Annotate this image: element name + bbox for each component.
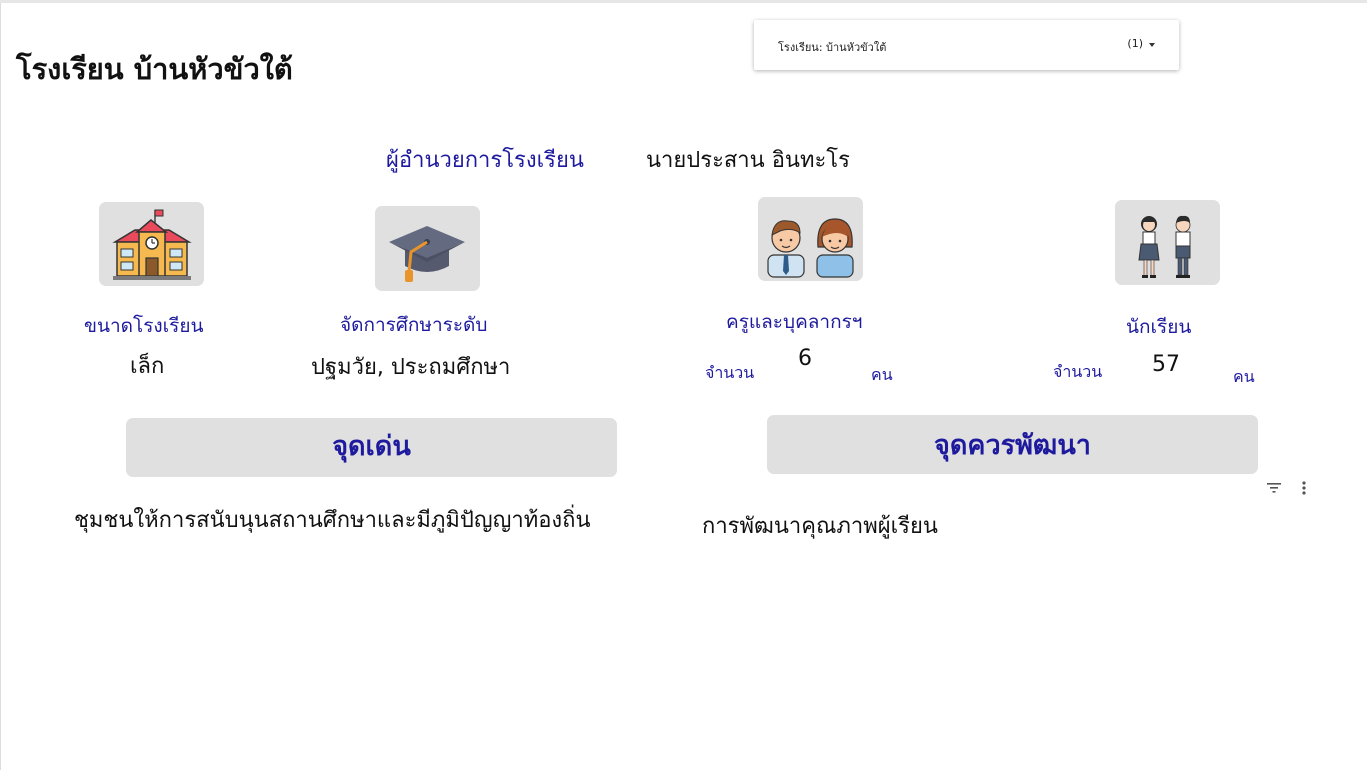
school-filter-control[interactable]: โรงเรียน: บ้านหัวขัวใต้ (1) [754, 20, 1179, 70]
school-size-value: เล็ก [130, 354, 165, 379]
teachers-unit: คน [871, 365, 893, 384]
teachers-count: 6 [798, 346, 812, 371]
left-border [0, 3, 1, 770]
dropdown-caret-icon[interactable] [1149, 43, 1155, 47]
strengths-heading: จุดเด่น [126, 418, 617, 477]
students-unit: คน [1233, 367, 1255, 386]
page-title: โรงเรียน บ้านหัวขัวใต้ [16, 52, 293, 86]
filter-icon[interactable] [1264, 478, 1284, 498]
students-count: 57 [1152, 352, 1180, 377]
teachers-icon [758, 197, 863, 281]
strengths-text: ชุมชนให้การสนับนุนสถานศึกษาและมีภูมิปัญญ… [74, 508, 591, 533]
students-count-prefix: จำนวน [1053, 362, 1103, 381]
school-building-icon [99, 202, 204, 286]
graduation-cap-icon [375, 206, 480, 291]
teachers-label: ครูและบุคลากรฯ [726, 311, 863, 333]
education-level-label: จัดการศึกษาระดับ [340, 314, 488, 336]
school-size-label: ขนาดโรงเรียน [84, 315, 204, 337]
director-label: ผู้อำนวยการโรงเรียน [386, 148, 584, 173]
filter-count: (1) [1127, 37, 1143, 50]
students-label: นักเรียน [1126, 316, 1192, 338]
improvements-text: การพัฒนาคุณภาพผู้เรียน [702, 514, 938, 539]
students-icon [1115, 200, 1220, 285]
top-border [0, 0, 1367, 3]
improvements-heading: จุดควรพัฒนา [767, 415, 1258, 474]
education-level-value: ปฐมวัย, ประถมศึกษา [311, 355, 511, 380]
director-name: นายประสาน อินทะโร [646, 148, 850, 173]
more-vert-icon[interactable] [1294, 478, 1314, 498]
teachers-count-prefix: จำนวน [705, 363, 755, 382]
filter-label: โรงเรียน: บ้านหัวขัวใต้ [778, 41, 887, 54]
